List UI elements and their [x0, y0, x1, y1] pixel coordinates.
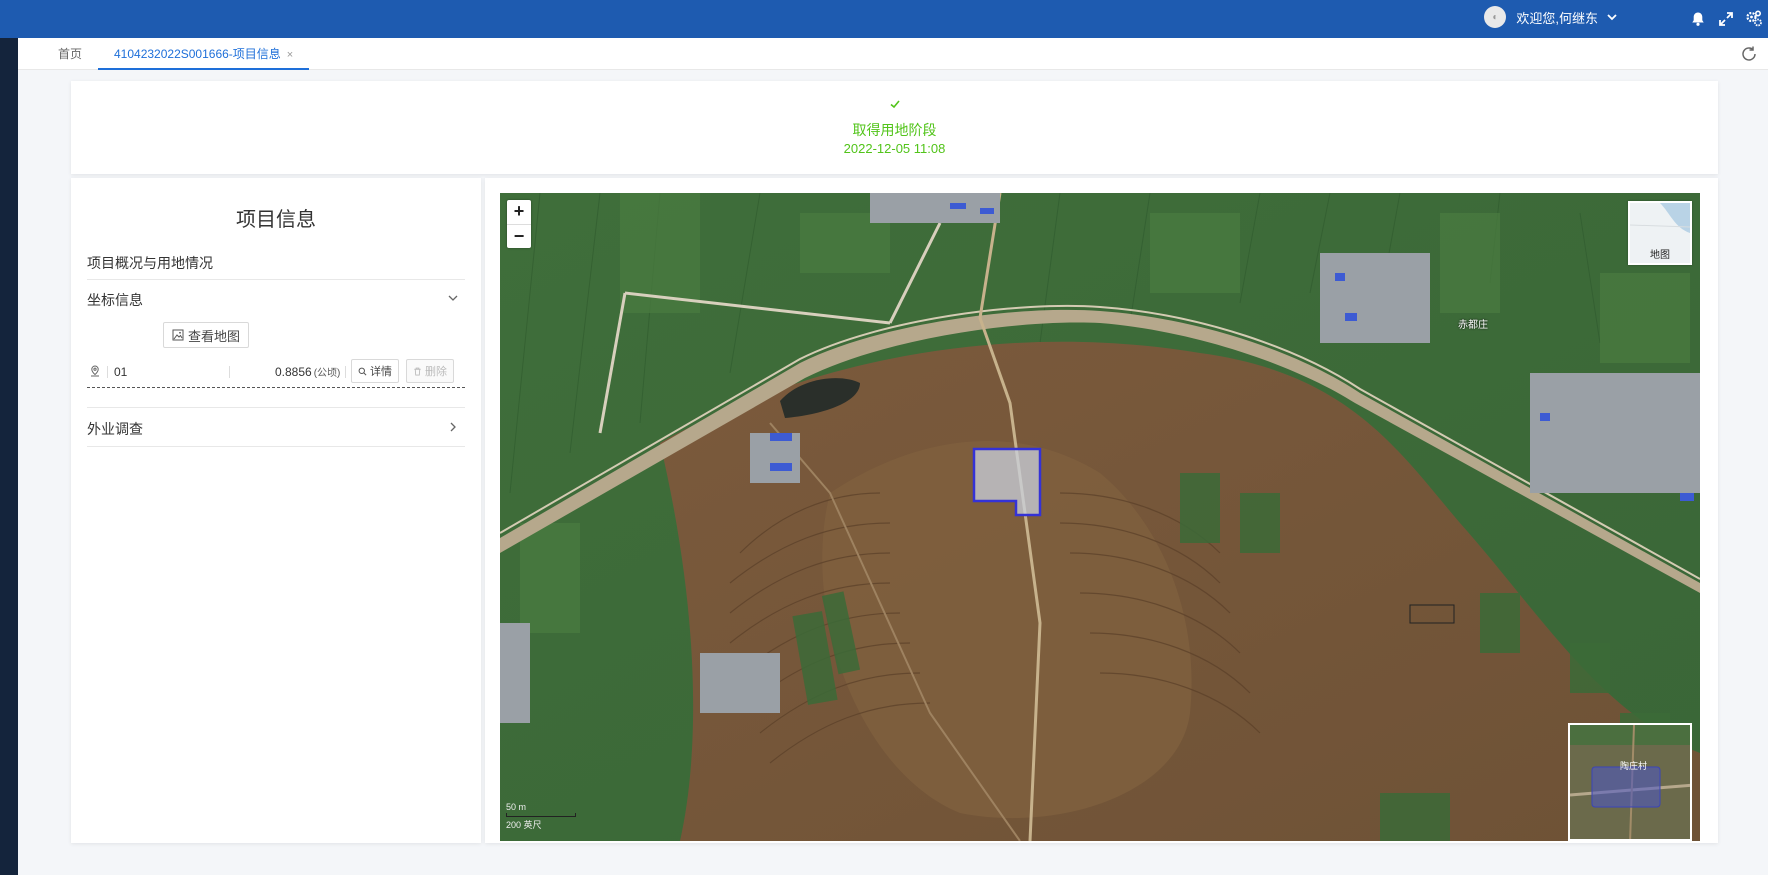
fullscreen-icon[interactable]	[1712, 8, 1740, 30]
close-icon[interactable]: ×	[287, 49, 293, 61]
scale-bar: 50 m 200 英尺	[506, 802, 576, 831]
trash-icon	[414, 367, 421, 376]
divider	[345, 366, 346, 378]
coord-section-label[interactable]: 坐标信息	[87, 290, 143, 310]
stage-time: 2022-12-05 11:08	[843, 141, 946, 156]
coord-section-header[interactable]: 坐标信息	[87, 279, 465, 315]
sidebar	[0, 38, 18, 875]
parcel-detail-button[interactable]: 详情	[351, 359, 399, 383]
layer-switcher[interactable]: 地图	[1628, 201, 1692, 265]
zoom-out-button[interactable]: −	[507, 224, 531, 248]
chevron-down-icon[interactable]	[447, 292, 459, 304]
parcel-delete-label[interactable]: 删除	[425, 363, 447, 379]
tab-bar: 首页 4104232022S001666-项目信息 ×	[18, 38, 1768, 70]
user-greeting[interactable]: 欢迎您,何继东	[1516, 8, 1598, 27]
map-panel: + − 赤都庄 地图 陶庄村 50 m 200 英尺	[485, 178, 1718, 843]
scale-line	[506, 813, 576, 817]
user-menu[interactable]: ◐ 欢迎您,何继东	[1484, 6, 1618, 28]
tab-project-info-label[interactable]: 4104232022S001666-项目信息	[114, 47, 281, 61]
view-map-button[interactable]: 查看地图	[163, 322, 250, 348]
map-place-label: 赤都庄	[1458, 320, 1488, 331]
overview-imagery	[1570, 725, 1690, 839]
parcel-area-unit: (公顷)	[313, 368, 341, 379]
parcel-delete-button[interactable]: 删除	[406, 359, 454, 383]
field-survey-label[interactable]: 外业调查	[87, 419, 143, 439]
tab-project-info[interactable]: 4104232022S001666-项目信息 ×	[98, 38, 310, 70]
settings-icon[interactable]	[1740, 8, 1768, 30]
panel-subtitle: 项目概况与用地情况	[87, 255, 213, 271]
overview-map[interactable]: 陶庄村	[1568, 723, 1692, 841]
satellite-imagery[interactable]	[500, 193, 1700, 841]
scale-metric: 50 m	[506, 802, 527, 812]
bell-icon[interactable]	[1684, 8, 1712, 30]
parcel-area-value: 0.8856	[275, 365, 312, 379]
layer-switcher-label[interactable]: 地图	[1630, 246, 1690, 261]
check-icon	[71, 98, 1718, 112]
project-info-panel: 项目信息 项目概况与用地情况 坐标信息 查看地图 01 0.8856 (公顷) 详…	[71, 178, 481, 843]
divider	[107, 366, 108, 378]
zoom-in-button[interactable]: +	[507, 200, 531, 224]
parcel-row: 01 0.8856 (公顷) 详情 删除	[87, 356, 465, 388]
parcel-area: 0.8856 (公顷)	[275, 364, 340, 379]
zoom-control: + −	[507, 200, 531, 248]
image-icon	[172, 329, 184, 341]
satellite-map[interactable]: + − 赤都庄 地图 陶庄村 50 m 200 英尺	[500, 193, 1700, 841]
tab-home[interactable]: 首页	[58, 38, 82, 70]
chevron-right-icon[interactable]	[447, 421, 459, 433]
location-pin-icon	[91, 365, 99, 377]
search-icon	[358, 367, 367, 375]
field-survey-section[interactable]: 外业调查	[87, 407, 465, 447]
top-header: ◐ 欢迎您,何继东	[0, 0, 1768, 38]
overview-place-label: 陶庄村	[1620, 761, 1648, 771]
divider	[229, 366, 230, 378]
refresh-icon[interactable]	[1740, 45, 1758, 63]
panel-title: 项目信息	[236, 209, 316, 231]
parcel-detail-label[interactable]: 详情	[370, 363, 392, 379]
stage-name: 取得用地阶段	[852, 122, 937, 138]
stage-status-card: 取得用地阶段 2022-12-05 11:08	[71, 81, 1718, 174]
scale-imperial: 200 英尺	[506, 820, 542, 830]
basemap-thumbnail	[1629, 203, 1691, 249]
avatar[interactable]: ◐	[1484, 6, 1507, 28]
chevron-down-icon[interactable]	[1606, 11, 1618, 23]
view-map-label[interactable]: 查看地图	[188, 326, 240, 345]
parcel-code: 01	[114, 365, 128, 379]
